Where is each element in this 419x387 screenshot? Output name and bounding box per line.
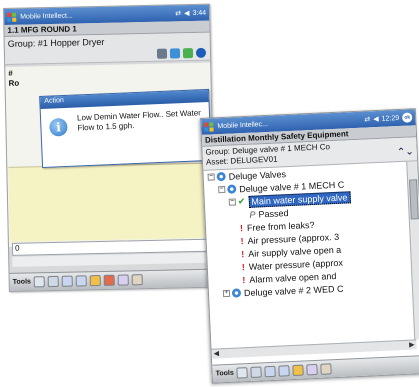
ok-button[interactable]: ok	[401, 112, 413, 123]
windows-flag-icon[interactable]	[7, 12, 17, 22]
arrow-up-icon[interactable]	[264, 365, 276, 378]
paste-icon[interactable]	[250, 366, 262, 378]
right-device-screen: Mobile Intellec... ⇄ ◀ 12:29 ok Distilla…	[200, 108, 419, 384]
gear-icon	[231, 288, 242, 298]
collapse-icon[interactable]: −	[207, 173, 215, 181]
copy-icon[interactable]	[33, 276, 46, 288]
left-tools-bar: Tools	[9, 268, 215, 291]
volume-icon: ◀	[373, 115, 379, 124]
exclamation-icon: !	[242, 274, 246, 285]
right-status-area: ⇄ ◀ 12:29 ok	[364, 112, 413, 124]
info-icon: i	[49, 117, 68, 137]
arrow-up-icon[interactable]	[61, 275, 74, 287]
left-clock: 3:44	[192, 9, 207, 17]
pass-icon: P	[249, 209, 256, 220]
left-app-title: Mobile Intellect...	[20, 12, 73, 21]
paste-icon[interactable]	[47, 275, 60, 288]
pen-icon[interactable]	[320, 363, 332, 375]
list-icon[interactable]	[156, 48, 168, 59]
arrow-down-icon[interactable]	[75, 275, 88, 287]
volume-icon: ◀	[184, 10, 190, 18]
right-app-title: Mobile Intellec...	[217, 120, 269, 130]
left-side-letters: # Ro	[8, 69, 19, 89]
windows-flag-icon[interactable]	[204, 121, 214, 132]
wrench-icon[interactable]	[103, 274, 115, 286]
tree-root-label: Deluge Valves	[228, 168, 287, 182]
grid-icon[interactable]	[169, 48, 181, 59]
tree-valve2-label: Deluge valve # 2 WED C	[243, 283, 344, 298]
right-clock: 12:29	[381, 114, 400, 123]
checklist-tree: − Deluge Valves − Deluge valve # 1 MECH …	[203, 162, 416, 349]
signal-icon: ⇄	[175, 10, 182, 18]
action-popup-message: Low Demin Water Flow.. Set Water Flow to…	[76, 108, 202, 133]
right-tools-menu[interactable]: Tools	[215, 370, 233, 378]
exclamation-icon: !	[239, 222, 244, 233]
copy-icon[interactable]	[236, 367, 249, 379]
nav-arrows-icon[interactable]: ⌃⌄	[397, 146, 414, 158]
exclamation-icon: !	[240, 235, 244, 246]
collapse-icon[interactable]: −	[228, 198, 237, 206]
calendar-icon[interactable]	[306, 363, 318, 376]
calendar-icon[interactable]	[117, 274, 129, 286]
right-tools-bar: Tools	[212, 354, 419, 383]
left-device-screen: Mobile Intellect... ⇄ ◀ 3:44 1.1 MFG ROU…	[3, 3, 216, 292]
left-letter-ro: Ro	[8, 78, 20, 88]
folder-icon[interactable]	[89, 275, 101, 287]
exclamation-icon: !	[240, 248, 245, 259]
pen-icon[interactable]	[131, 274, 143, 286]
exclamation-icon: !	[241, 261, 246, 272]
left-notes-pane[interactable]	[8, 162, 215, 242]
vertical-scroll-thumb[interactable]	[409, 179, 419, 220]
arrow-down-icon[interactable]	[278, 365, 290, 377]
gear-icon	[216, 171, 226, 182]
left-tools-menu[interactable]: Tools	[13, 278, 31, 285]
collapse-icon[interactable]: −	[218, 185, 226, 194]
left-status-area: ⇄ ◀ 3:44	[175, 9, 207, 18]
scroll-left-icon[interactable]: ◀	[214, 349, 220, 357]
gear-icon	[227, 184, 237, 194]
signal-icon: ⇄	[364, 116, 371, 124]
left-nav-toolbar	[4, 46, 211, 65]
expand-icon[interactable]: +	[222, 289, 231, 298]
check-icon: ✔	[237, 196, 246, 207]
info-small-icon[interactable]	[195, 47, 207, 58]
action-popup[interactable]: Action i Low Demin Water Flow.. Set Wate…	[39, 88, 212, 168]
tree-passed-label: Passed	[258, 207, 289, 219]
refresh-icon[interactable]	[182, 48, 194, 59]
left-letter-hash: #	[8, 68, 13, 78]
scroll-right-icon[interactable]: ▶	[409, 341, 415, 349]
folder-icon[interactable]	[292, 364, 304, 377]
